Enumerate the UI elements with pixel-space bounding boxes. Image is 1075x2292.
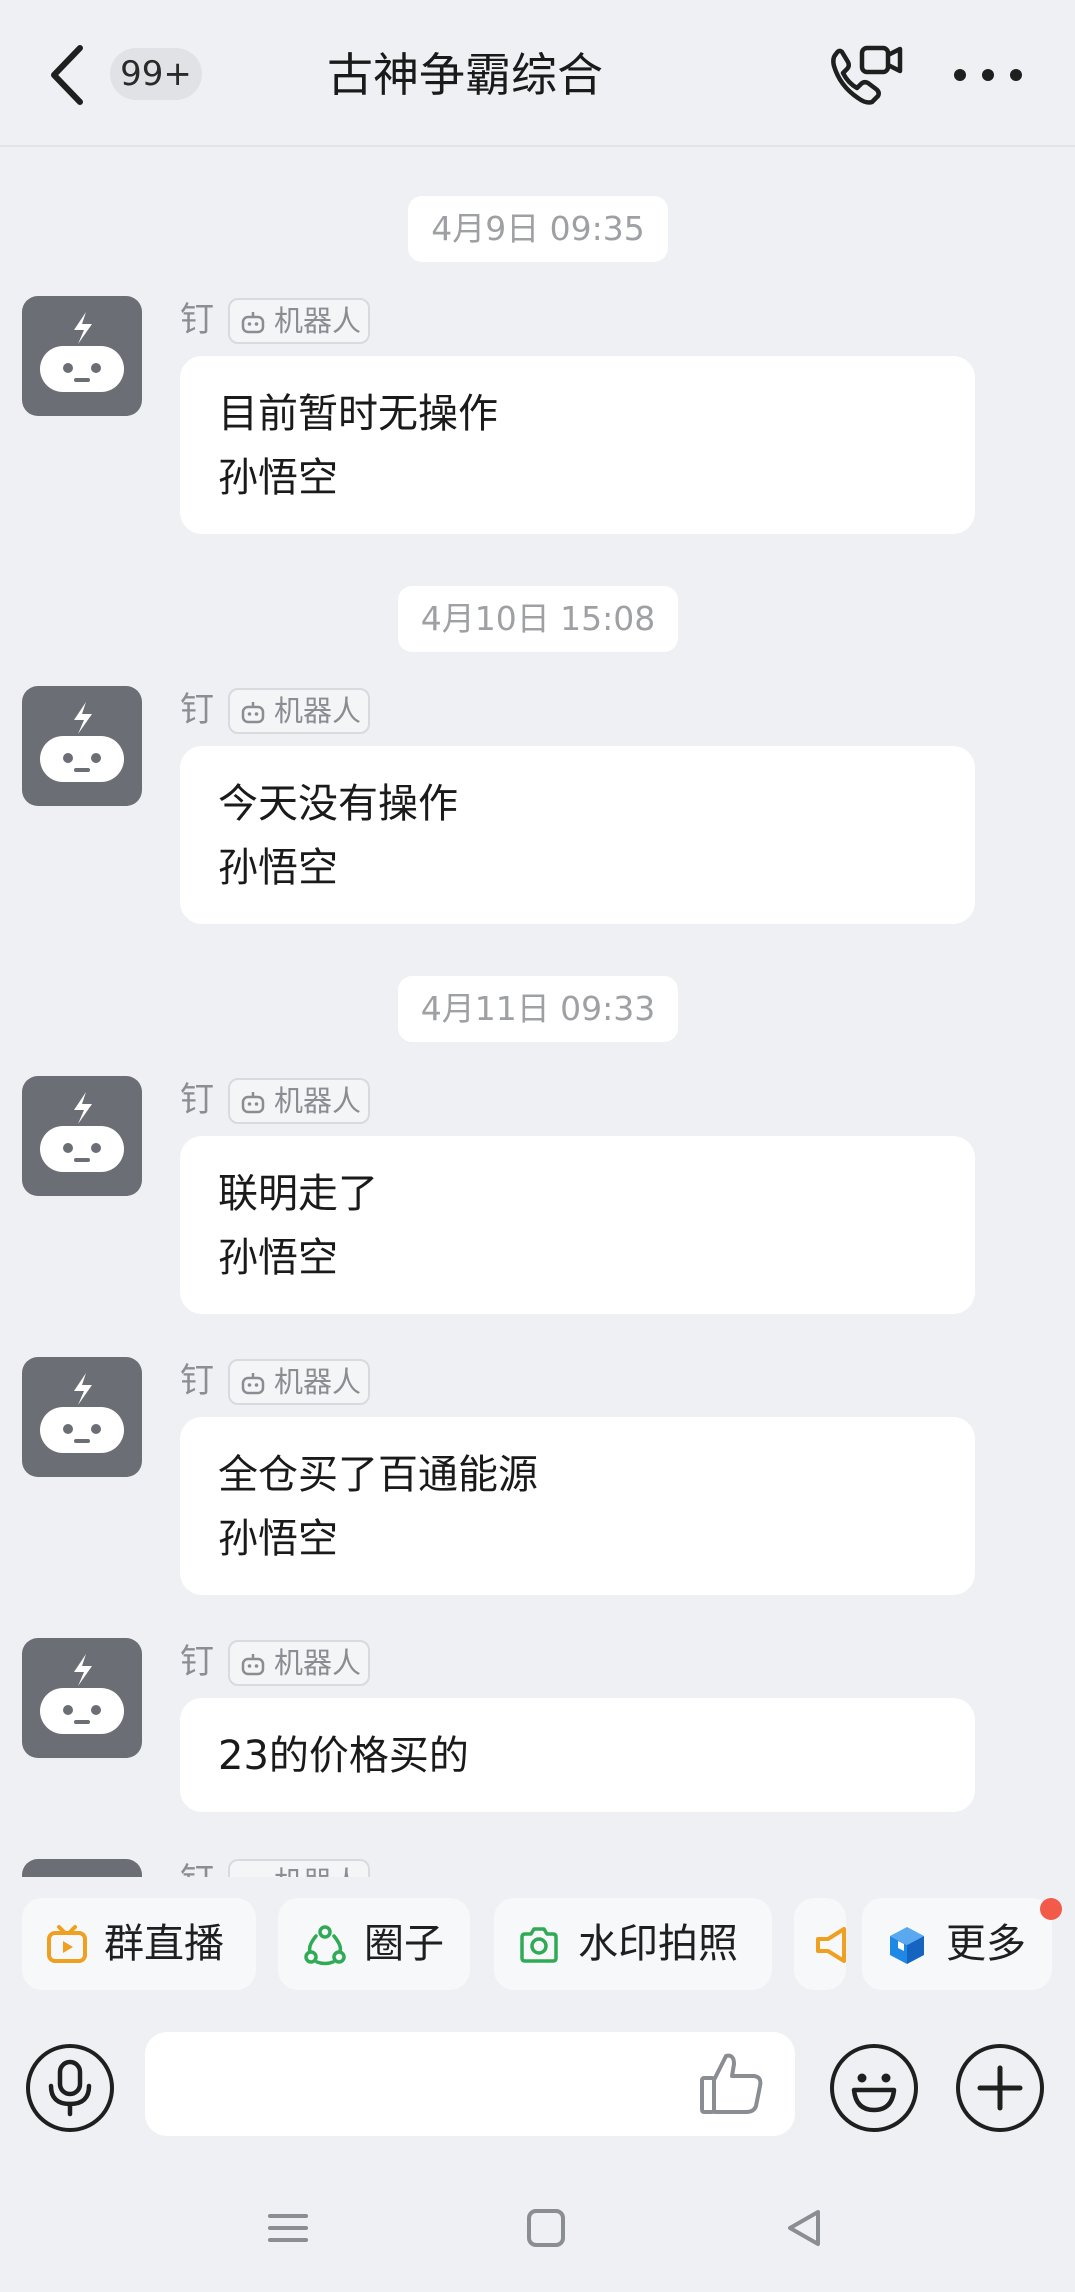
emoji-button[interactable] [830, 2044, 918, 2132]
bot-tag: 机器人 [228, 1359, 370, 1405]
bot-avatar[interactable] [22, 296, 142, 416]
video-call-icon [831, 45, 903, 105]
menu-icon [268, 2214, 308, 2242]
bot-tag-label: 机器人 [274, 304, 362, 338]
message-text: 联明走了 [218, 1171, 378, 1217]
unread-count-badge[interactable]: 99+ [110, 48, 202, 100]
bot-avatar[interactable] [22, 1638, 142, 1758]
quick-action-label: 水印拍照 [578, 1921, 738, 1967]
chat-header: 99+ 古神争霸综合 [0, 0, 1075, 147]
bot-tag-label: 机器人 [274, 1365, 362, 1399]
bot-tag: 机器人 [228, 1859, 370, 1877]
message-bubble[interactable]: 全仓买了百通能源 孙悟空 [180, 1417, 975, 1595]
message-text: 全仓买了百通能源 [218, 1452, 538, 1498]
message-text: 目前暂时无操作 [218, 391, 498, 437]
bot-avatar[interactable] [22, 1076, 142, 1196]
bot-avatar[interactable] [22, 1859, 142, 1877]
voice-input-button[interactable] [26, 2044, 114, 2132]
message-timestamp: 4月9日 09:35 [408, 196, 668, 262]
sender-name: 钉 [180, 1361, 214, 1401]
camera-icon [520, 1927, 558, 1963]
circle-nodes-icon [304, 1925, 346, 1966]
megaphone-icon [816, 1927, 846, 1963]
back-button[interactable] [44, 40, 94, 110]
message-bubble[interactable]: 目前暂时无操作 孙悟空 [180, 356, 975, 534]
robot-avatar-icon [40, 702, 124, 782]
more-icon [954, 69, 1022, 81]
message-text: 孙悟空 [218, 1235, 338, 1281]
notification-dot [1040, 1898, 1062, 1920]
message-text: 23的价格买的 [218, 1733, 469, 1779]
sender-name: 钉 [180, 690, 214, 730]
system-nav-bar [0, 2168, 1075, 2292]
quick-action-announcement[interactable] [794, 1898, 846, 1990]
robot-icon [241, 1373, 265, 1395]
robot-avatar-icon [40, 1092, 124, 1172]
message-timestamp: 4月10日 15:08 [398, 586, 678, 652]
message-bubble[interactable]: 今天没有操作 孙悟空 [180, 746, 975, 924]
add-attachment-button[interactable] [956, 2044, 1044, 2132]
input-bar [0, 2008, 1075, 2168]
message-bubble[interactable]: 联明走了 孙悟空 [180, 1136, 975, 1314]
message-text: 孙悟空 [218, 455, 338, 501]
robot-icon [241, 1092, 265, 1114]
bot-avatar[interactable] [22, 686, 142, 806]
message-text: 孙悟空 [218, 1516, 338, 1562]
message-bubble[interactable]: 23的价格买的 [180, 1698, 975, 1812]
message-text: 今天没有操作 [218, 781, 458, 827]
bot-avatar[interactable] [22, 1357, 142, 1477]
robot-icon [241, 1654, 265, 1676]
robot-icon [241, 702, 265, 724]
robot-icon [241, 312, 265, 334]
robot-avatar-icon [40, 1373, 124, 1453]
cube-icon [890, 1927, 924, 1964]
message-timestamp: 4月11日 09:33 [398, 976, 678, 1042]
quick-action-bar: 群直播 圈子 水印拍照 更多 [0, 1878, 1075, 2008]
thumbs-up-icon [700, 2053, 763, 2114]
bot-tag-label: 机器人 [274, 694, 362, 728]
partial-message-row: 钉 机器人 [0, 1855, 1075, 1877]
quick-action-live[interactable]: 群直播 [22, 1898, 256, 1990]
sender-name: 钉 [180, 300, 214, 340]
sender-name: 钉 [180, 1642, 214, 1682]
home-button[interactable] [516, 2198, 576, 2258]
bot-tag-label: 机器人 [274, 1865, 361, 1877]
quick-action-watermark-camera[interactable]: 水印拍照 [494, 1898, 772, 1990]
sender-name: 钉 [180, 1859, 214, 1877]
quick-action-label: 更多 [946, 1921, 1026, 1967]
sender-name: 钉 [180, 1080, 214, 1120]
emoji-icon [851, 2073, 897, 2113]
bot-tag-label: 机器人 [274, 1084, 362, 1118]
recent-apps-button[interactable] [258, 2198, 318, 2258]
bot-tag: 机器人 [228, 1640, 370, 1686]
bot-tag: 机器人 [228, 1078, 370, 1124]
robot-avatar-icon [40, 312, 124, 392]
quick-action-circle[interactable]: 圈子 [278, 1898, 470, 1990]
bot-tag: 机器人 [228, 688, 370, 734]
live-tv-icon [47, 1925, 87, 1963]
robot-avatar-icon [40, 1654, 124, 1734]
back-nav-button[interactable] [774, 2198, 834, 2258]
bot-tag-label: 机器人 [274, 1646, 362, 1680]
thumbs-up-button[interactable] [696, 2048, 766, 2118]
chat-title[interactable]: 古神争霸综合 [260, 40, 670, 110]
quick-action-label: 圈子 [364, 1921, 444, 1967]
back-icon [51, 45, 83, 105]
video-call-button[interactable] [826, 40, 906, 112]
quick-action-more[interactable]: 更多 [862, 1898, 1052, 1990]
square-icon [527, 2209, 565, 2247]
quick-action-label: 群直播 [104, 1921, 224, 1967]
bot-tag: 机器人 [228, 298, 370, 344]
triangle-back-icon [788, 2210, 820, 2246]
more-options-button[interactable] [948, 50, 1028, 100]
message-text: 孙悟空 [218, 845, 338, 891]
microphone-icon [48, 2059, 92, 2117]
plus-icon [977, 2065, 1023, 2111]
